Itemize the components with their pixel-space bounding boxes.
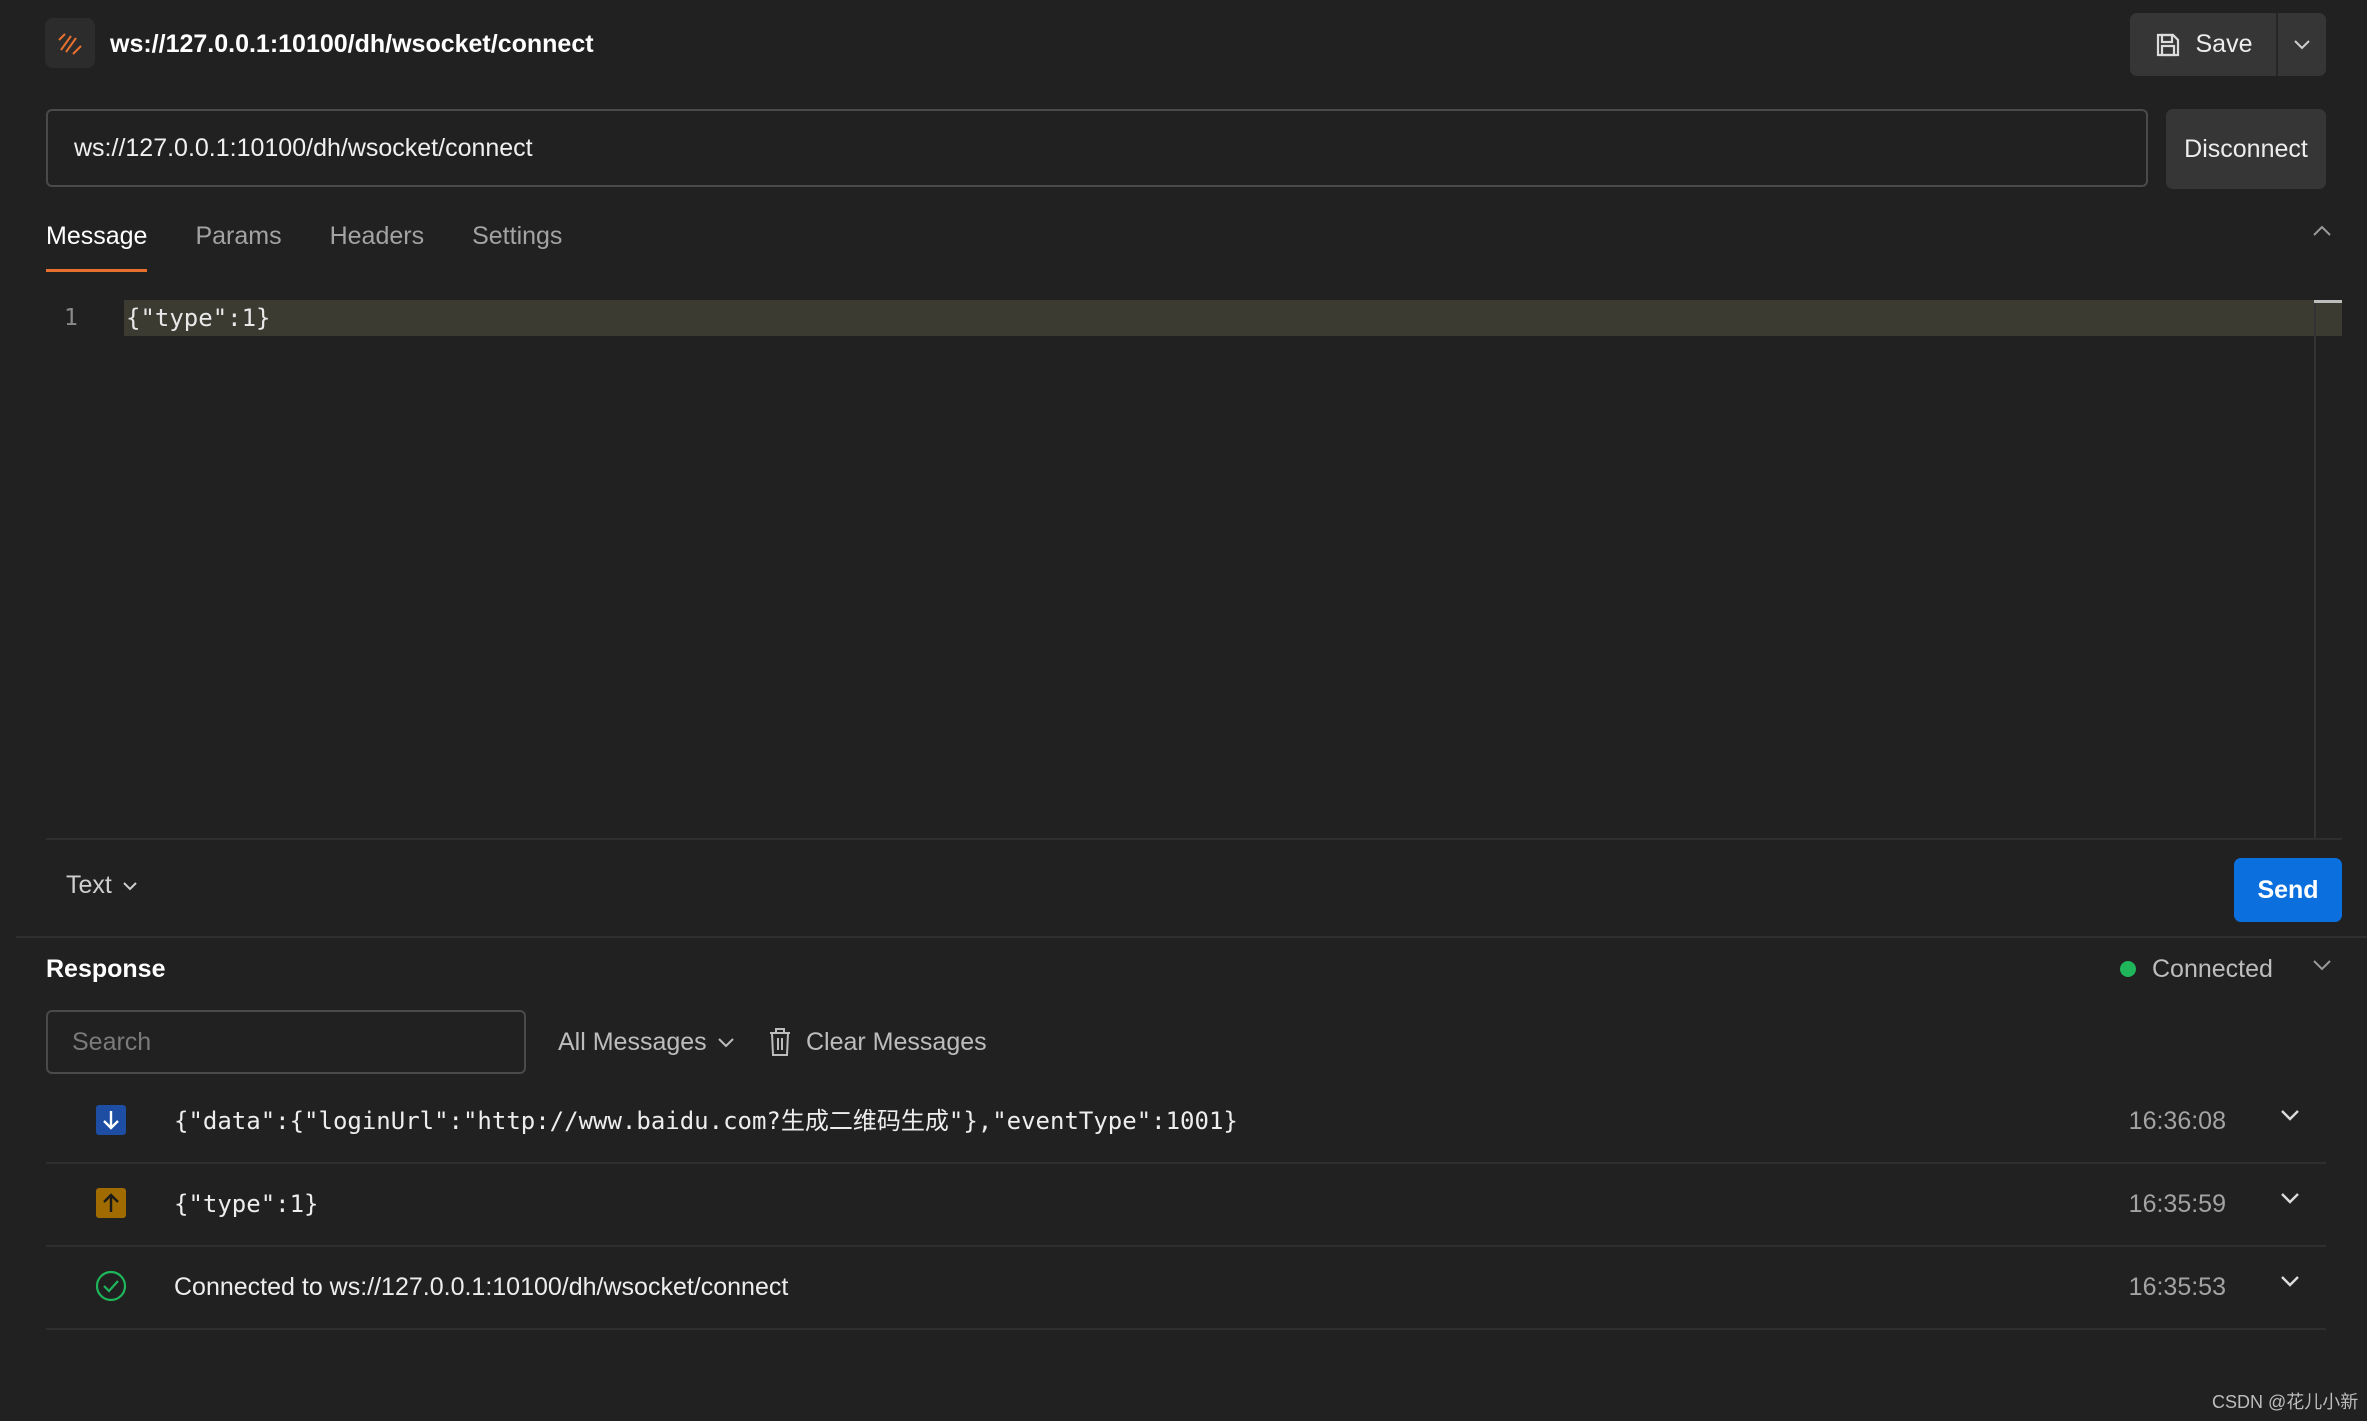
chevron-down-icon xyxy=(2281,1276,2299,1287)
arrow-down-icon xyxy=(94,1103,128,1137)
check-circle-icon xyxy=(94,1269,128,1303)
expand-message-button[interactable] xyxy=(2280,1192,2300,1210)
arrow-up-icon xyxy=(94,1186,128,1220)
watermark: CSDN @花儿小新 xyxy=(2212,1392,2359,1412)
line-number: 1 xyxy=(64,305,78,331)
clear-messages-button[interactable]: Clear Messages xyxy=(768,1024,987,1060)
response-title: Response xyxy=(46,955,166,983)
format-label: Text xyxy=(66,871,112,899)
collapse-request-button[interactable] xyxy=(2312,224,2332,243)
chevron-down-icon xyxy=(2281,1110,2299,1121)
send-button[interactable]: Send xyxy=(2234,858,2342,922)
save-label: Save xyxy=(2195,30,2253,58)
editor-line[interactable]: {"type":1} xyxy=(126,300,271,336)
message-editor[interactable]: 1 {"type":1} xyxy=(46,300,2342,840)
message-time: 16:35:59 xyxy=(2128,1190,2226,1218)
chevron-down-icon xyxy=(2281,1193,2299,1204)
request-tabs: Message Params Headers Settings xyxy=(46,217,610,272)
collapse-response-button[interactable] xyxy=(2312,958,2332,977)
search-input[interactable] xyxy=(46,1010,526,1074)
expand-message-button[interactable] xyxy=(2280,1109,2300,1127)
chevron-down-icon xyxy=(123,881,137,890)
active-line-highlight xyxy=(124,300,2342,336)
message-row-outgoing[interactable]: {"type":1} 16:35:59 xyxy=(46,1164,2326,1247)
request-title: ws://127.0.0.1:10100/dh/wsocket/connect xyxy=(110,30,594,58)
message-filter-dropdown[interactable]: All Messages xyxy=(558,1024,735,1060)
tab-message[interactable]: Message xyxy=(46,217,148,272)
message-time: 16:35:53 xyxy=(2128,1273,2226,1301)
editor-scrollbar-thumb[interactable] xyxy=(2314,300,2342,303)
chevron-down-icon xyxy=(2294,39,2310,49)
editor-scrollbar[interactable] xyxy=(2314,300,2316,840)
websocket-icon xyxy=(45,18,95,68)
message-text: Connected to ws://127.0.0.1:10100/dh/wso… xyxy=(174,1273,789,1301)
trash-icon xyxy=(770,1028,790,1056)
save-button[interactable]: Save xyxy=(2130,13,2278,76)
message-row-incoming[interactable]: {"data":{"loginUrl":"http://www.baidu.co… xyxy=(46,1081,2326,1164)
tab-params[interactable]: Params xyxy=(195,217,281,272)
tab-settings[interactable]: Settings xyxy=(472,217,562,272)
connection-status: Connected xyxy=(2120,951,2273,987)
format-dropdown[interactable]: Text xyxy=(66,871,138,900)
url-input[interactable]: ws://127.0.0.1:10100/dh/wsocket/connect xyxy=(46,109,2148,187)
status-dot-icon xyxy=(2120,961,2136,977)
chevron-down-icon xyxy=(2313,960,2331,971)
divider xyxy=(16,936,2367,938)
message-time: 16:36:08 xyxy=(2128,1107,2226,1135)
clear-messages-label: Clear Messages xyxy=(806,1028,987,1056)
save-icon xyxy=(2156,33,2179,56)
message-row-connected[interactable]: Connected to ws://127.0.0.1:10100/dh/wso… xyxy=(46,1247,2326,1330)
divider xyxy=(46,838,2342,840)
save-button-group: Save xyxy=(2130,13,2326,76)
chevron-up-icon xyxy=(2313,225,2331,236)
message-text: {"type":1} xyxy=(174,1190,319,1218)
disconnect-button[interactable]: Disconnect xyxy=(2166,109,2326,189)
chevron-down-icon xyxy=(717,1037,734,1047)
save-options-button[interactable] xyxy=(2278,13,2326,76)
message-list: {"data":{"loginUrl":"http://www.baidu.co… xyxy=(46,1081,2326,1330)
tab-headers[interactable]: Headers xyxy=(330,217,425,272)
expand-message-button[interactable] xyxy=(2280,1275,2300,1293)
status-label: Connected xyxy=(2152,955,2273,983)
filter-label: All Messages xyxy=(558,1028,707,1056)
message-text: {"data":{"loginUrl":"http://www.baidu.co… xyxy=(174,1107,1238,1135)
